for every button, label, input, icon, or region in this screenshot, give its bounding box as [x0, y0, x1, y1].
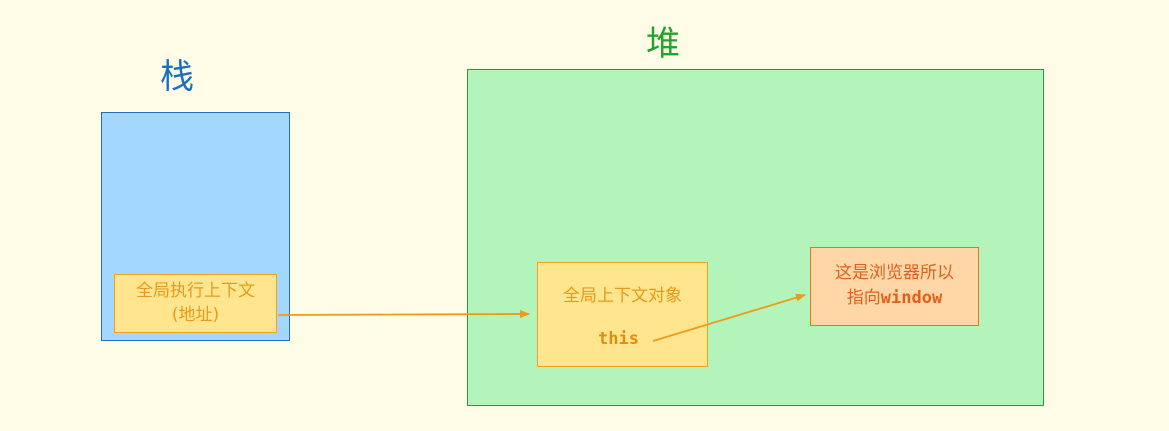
- arrows-layer: [277, 293, 806, 342]
- stack-to-heap-arrow: [277, 310, 530, 319]
- this-to-window-arrow: [652, 293, 806, 342]
